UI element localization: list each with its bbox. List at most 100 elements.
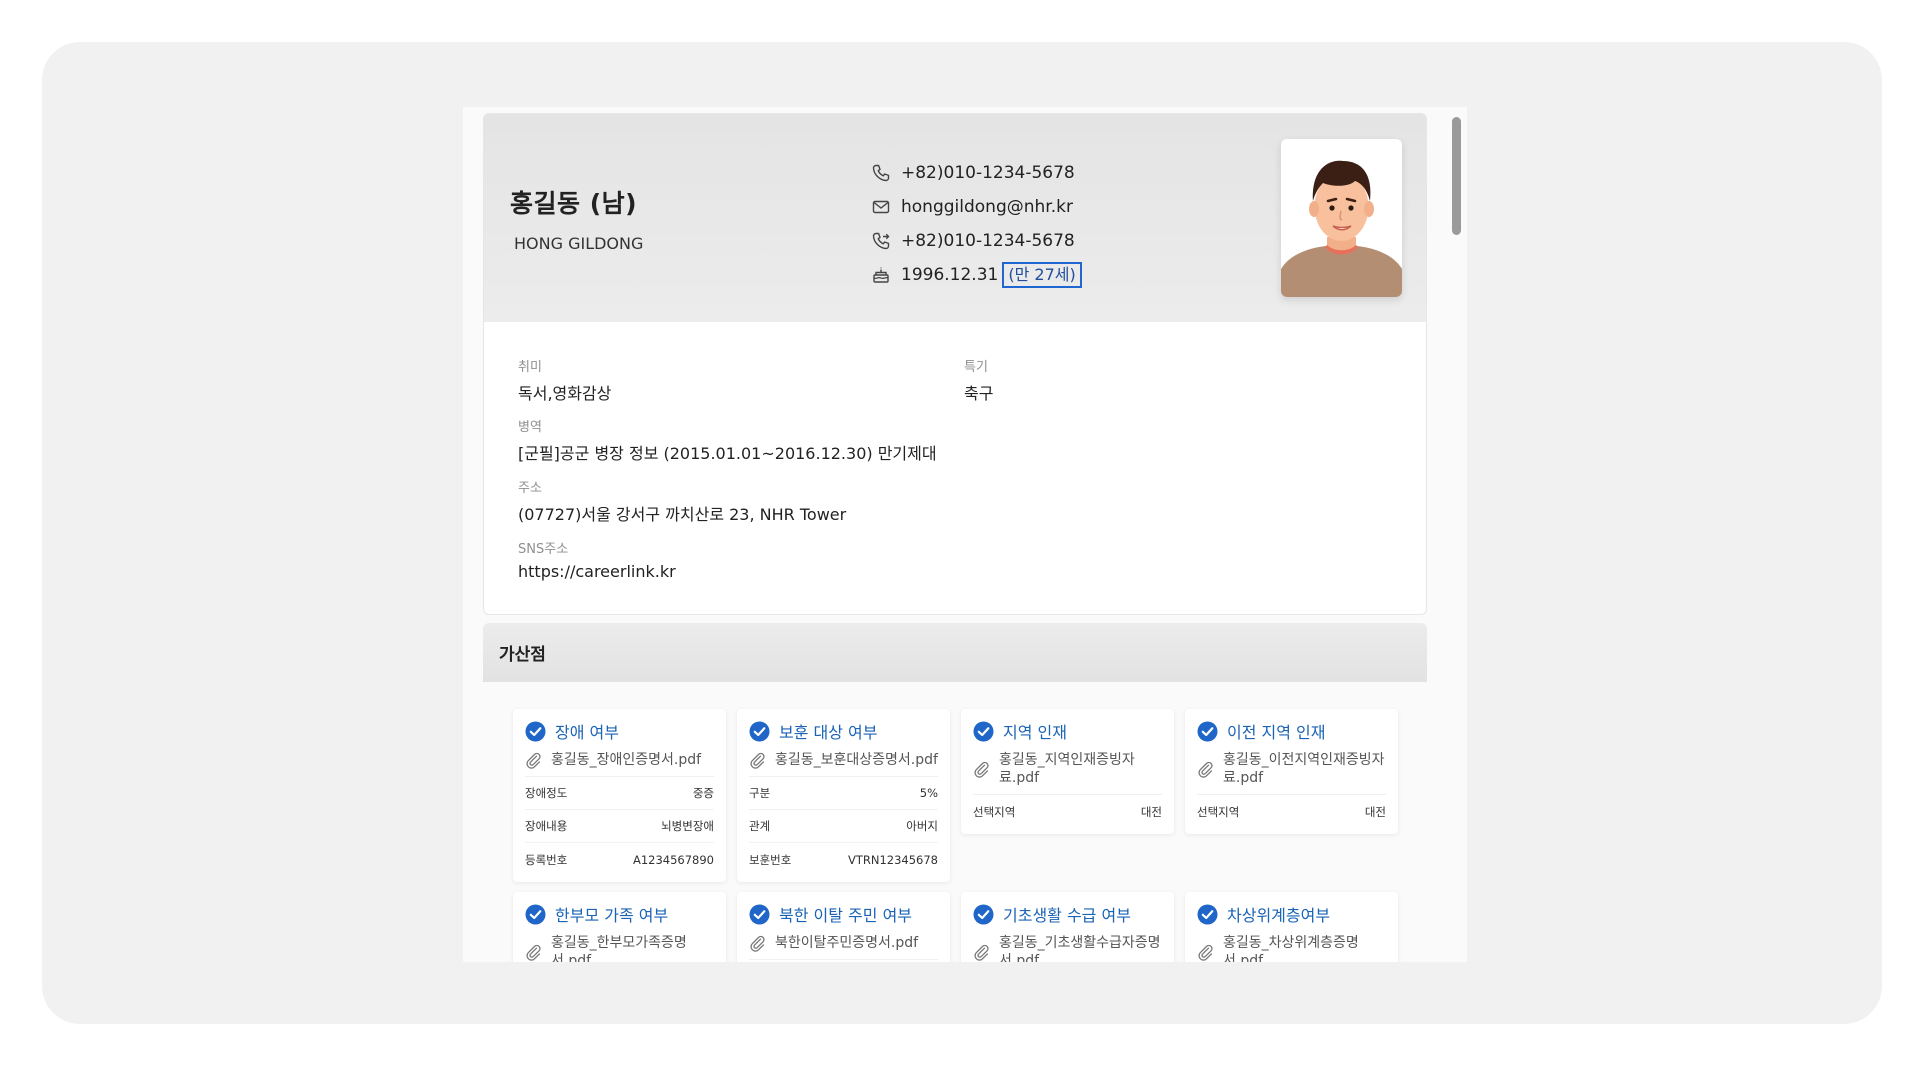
bonus-card: 장애 여부홍길동_장애인증명서.pdf 장애정도 중증장애내용 뇌병변장애등록번호 A1… — [513, 709, 726, 882]
scrollbar-track[interactable] — [1445, 107, 1467, 962]
bonus-detail-key: 구분 — [749, 786, 771, 800]
check-circle-icon — [525, 721, 546, 742]
bonus-detail-key: 관계 — [749, 819, 771, 833]
bonus-detail-value: 중증 — [692, 786, 714, 800]
contact-emergency-phone: +82)010-1234-5678 — [871, 224, 1082, 258]
emergency-phone-number[interactable]: +82)010-1234-5678 — [901, 231, 1075, 251]
bonus-card: 기초생활 수급 여부홍길동_기초생활수급자증명서.pdf — [961, 892, 1174, 962]
check-circle-icon — [525, 904, 546, 925]
bonus-card: 보훈 대상 여부 홍길동_보훈대상증명서.pdf 구분 5% 관계 아버지 보훈번호 VTRN… — [737, 709, 950, 882]
paperclip-icon — [749, 752, 766, 769]
applicant-name-english: HONG GILDONG — [514, 234, 644, 253]
bonus-card-title: 장애 여부 — [525, 719, 714, 743]
specialty-value: 축구 — [964, 384, 994, 403]
paperclip-icon — [1197, 761, 1214, 778]
bonus-detail-row: 구분 5% — [749, 777, 938, 810]
paperclip-icon — [525, 752, 542, 769]
attachment-link[interactable]: 홍길동_지역인재증빙자료.pdf — [973, 751, 1162, 795]
address-value: (07727)서울 강서구 까치산로 23, NHR Tower — [518, 505, 847, 524]
bonus-card-title: 북한 이탈 주민 여부 — [749, 902, 938, 926]
bonus-card-title: 차상위계층여부 — [1197, 902, 1386, 926]
bonus-card-title: 지역 인재 — [973, 719, 1162, 743]
bonus-card-title-text: 보훈 대상 여부 — [779, 723, 878, 742]
bonus-detail-key: 선택지역 — [973, 804, 1016, 819]
contact-birthdate: 1996.12.31 (만 27세) — [871, 258, 1082, 292]
field-military: 병역 [군필]공군 병장 정보 (2015.01.01~2016.12.30) … — [518, 416, 937, 464]
attachment-file-name: 홍길동_기초생활수급자증명서.pdf — [999, 935, 1161, 962]
mail-icon — [871, 197, 891, 217]
attachment-link[interactable]: 홍길동_한부모가족증명서.pdf — [525, 934, 714, 962]
paperclip-icon — [973, 761, 990, 778]
bonus-card: 이전 지역 인재홍길동_이전지역인재증빙자료.pdf 선택지역 대전 — [1185, 709, 1398, 834]
attachment-link[interactable]: 홍길동_기초생활수급자증명서.pdf — [973, 934, 1162, 962]
scrollbar-thumb[interactable] — [1452, 117, 1461, 235]
attachment-link[interactable]: 홍길동_차상위계층증명서.pdf — [1197, 934, 1386, 962]
sns-label: SNS주소 — [518, 542, 569, 557]
resume-viewport[interactable]: 홍길동 (남) HONG GILDONG +82)010-1234-5678 h… — [463, 107, 1467, 962]
bonus-card-title: 기초생활 수급 여부 — [973, 902, 1162, 926]
bonus-detail-row: 보훈번호 VTRN12345678 — [749, 843, 938, 876]
attachment-file-name: 홍길동_장애인증명서.pdf — [551, 752, 702, 768]
bonus-detail-value: 5% — [919, 786, 938, 800]
bonus-card-title-text: 기초생활 수급 여부 — [1003, 906, 1131, 925]
bonus-card-title: 보훈 대상 여부 — [749, 719, 938, 743]
resume-content: 홍길동 (남) HONG GILDONG +82)010-1234-5678 h… — [483, 113, 1427, 962]
attachment-link[interactable]: 홍길동_이전지역인재증빙자료.pdf — [1197, 751, 1386, 795]
military-label: 병역 — [518, 420, 542, 435]
bonus-detail-key: 등록번호 — [525, 852, 568, 867]
bonus-card-title-text: 차상위계층여부 — [1227, 906, 1331, 925]
specialty-label: 특기 — [964, 360, 988, 375]
detail-body: 취미 독서,영화감상 특기 축구 병역 [군필]공군 병장 정보 (2015.0… — [484, 322, 1426, 614]
field-hobby: 취미 독서,영화감상 — [518, 356, 611, 404]
applicant-name-korean: 홍길동 (남) — [510, 189, 638, 218]
bonus-detail-row: 장애정도 중증 — [525, 777, 714, 810]
attachment-link[interactable]: 북한이탈주민증명서.pdf — [749, 934, 938, 960]
contact-email: honggildong@nhr.kr — [871, 190, 1082, 224]
paperclip-icon — [1197, 944, 1214, 961]
bonus-card: 북한 이탈 주민 여부북한이탈주민증명서.pdf — [737, 892, 950, 962]
attachment-file-name: 홍길동_이전지역인재증빙자료.pdf — [1223, 752, 1385, 786]
bonus-card-title: 한부모 가족 여부 — [525, 902, 714, 926]
check-circle-icon — [973, 904, 994, 925]
paperclip-icon — [749, 935, 766, 952]
contact-list: +82)010-1234-5678 honggildong@nhr.kr +82… — [871, 156, 1082, 292]
bonus-card-title-text: 이전 지역 인재 — [1227, 723, 1326, 742]
attachment-link[interactable]: 홍길동_장애인증명서.pdf — [525, 751, 714, 777]
attachment-file-name: 북한이탈주민증명서.pdf — [775, 935, 919, 951]
paperclip-icon — [525, 944, 542, 961]
email-address[interactable]: honggildong@nhr.kr — [901, 197, 1073, 217]
bonus-card-grid: 장애 여부홍길동_장애인증명서.pdf 장애정도 중증장애내용 뇌병변장애등록번호 A1… — [483, 682, 1427, 962]
sns-link[interactable]: https://careerlink.kr — [518, 562, 676, 581]
attachment-link[interactable]: 홍길동_보훈대상증명서.pdf — [749, 751, 938, 777]
bonus-detail-value: VTRN12345678 — [847, 852, 938, 867]
phone-icon — [871, 163, 891, 183]
bonus-detail-row: 선택지역 대전 — [1197, 795, 1386, 828]
birthday-cake-icon — [871, 265, 891, 285]
birth-date: 1996.12.31 — [901, 265, 999, 285]
bonus-detail-key: 장애정도 — [525, 786, 568, 800]
bonus-detail-value: 뇌병변장애 — [661, 819, 714, 833]
hobby-value: 독서,영화감상 — [518, 384, 612, 403]
check-circle-icon — [1197, 904, 1218, 925]
bonus-card-title-text: 북한 이탈 주민 여부 — [779, 906, 913, 925]
bonus-detail-value: A1234567890 — [632, 852, 714, 867]
profile-header: 홍길동 (남) HONG GILDONG +82)010-1234-5678 h… — [484, 114, 1426, 322]
paperclip-icon — [973, 944, 990, 961]
bonus-card: 차상위계층여부홍길동_차상위계층증명서.pdf — [1185, 892, 1398, 962]
field-sns: SNS주소 https://careerlink.kr — [518, 538, 676, 581]
phone-number[interactable]: +82)010-1234-5678 — [901, 163, 1075, 183]
profile-card: 홍길동 (남) HONG GILDONG +82)010-1234-5678 h… — [483, 113, 1427, 615]
bonus-card-title: 이전 지역 인재 — [1197, 719, 1386, 743]
bonus-card: 한부모 가족 여부홍길동_한부모가족증명서.pdf — [513, 892, 726, 962]
check-circle-icon — [1197, 721, 1218, 742]
bonus-detail-row: 선택지역 대전 — [973, 795, 1162, 828]
hobby-label: 취미 — [518, 360, 542, 375]
check-circle-icon — [749, 904, 770, 925]
contact-phone: +82)010-1234-5678 — [871, 156, 1082, 190]
bonus-card-title-text: 지역 인재 — [1003, 723, 1067, 742]
bonus-detail-value: 대전 — [1140, 804, 1162, 819]
bonus-detail-row: 장애내용 뇌병변장애 — [525, 810, 714, 843]
bonus-card-title-text: 장애 여부 — [555, 723, 619, 742]
address-label: 주소 — [518, 481, 542, 496]
phone-forward-icon — [871, 231, 891, 251]
